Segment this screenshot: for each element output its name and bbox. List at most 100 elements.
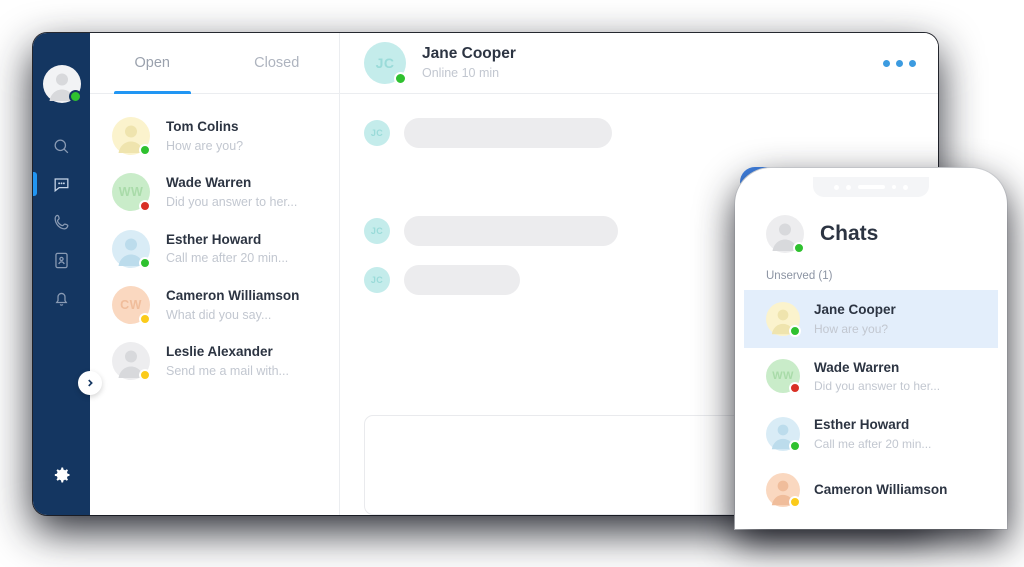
tab-closed[interactable]: Closed [215,33,340,93]
status-dot [139,313,151,326]
tab-closed-label: Closed [254,55,300,71]
phone-icon [54,214,69,229]
screenshot-stage: Open Closed Tom Colins How are you? WW Wade… [0,0,1024,567]
chevron-right-icon [88,379,93,387]
notch-sensor-icon [892,185,896,189]
conversation-tabs: Open Closed [90,33,339,94]
mobile-phone-mockup: Chats Unserved (1) Jane Cooper How are yo… [735,168,1007,529]
contact-name: Esther Howard [166,231,262,247]
gear-icon [54,467,69,483]
sidebar-expand-button[interactable] [78,371,102,395]
list-item-meta: Tom Colins How are you? [166,117,243,155]
message-preview: Did you answer to her... [814,379,941,394]
list-item[interactable]: Cameron Williamson [744,463,998,517]
conversation-list-panel: Open Closed Tom Colins How are you? WW Wade… [90,33,340,515]
list-item[interactable]: Jane Cooper How are you? [744,290,998,348]
chat-options-button[interactable] [883,59,916,67]
avatar-initials: JC [370,128,384,138]
bell-icon [55,292,68,306]
list-item-meta: Leslie Alexander Send me a mail with... [166,342,289,380]
conversation-list: Tom Colins How are you? WW Wade Warren Did y… [90,94,339,390]
message-bubble [404,118,612,148]
contact-name: Wade Warren [166,175,252,191]
list-item-meta: Esther Howard Call me after 20 min... [166,230,288,268]
avatar [766,472,801,508]
status-dot [394,72,407,85]
message-preview: Call me after 20 min... [166,251,289,266]
sidebar-item-chats[interactable] [33,165,90,203]
phone-page-title: Chats [820,222,879,245]
sidebar-item-contacts[interactable] [33,241,90,279]
list-item[interactable]: WW Wade Warren Did you answer to her... [744,348,998,406]
avatar: WW [112,173,151,213]
sidebar-item-calls[interactable] [33,203,90,241]
avatar-initials: JC [370,226,384,236]
message-preview: Did you answer to her... [166,194,298,209]
phone-notch [813,177,929,197]
contact-name: Cameron Williamson [814,481,948,497]
chat-contact-status: Online 10 min [422,65,500,80]
message-preview: Call me after 20 min... [814,436,932,451]
phone-user-avatar[interactable] [766,215,805,254]
list-item[interactable]: Esther Howard Call me after 20 min... [744,405,998,463]
contact-name: Cameron Williamson [166,287,300,303]
avatar [766,416,801,452]
more-horizontal-icon [909,59,916,67]
message-preview: Send me a mail with... [166,363,289,378]
list-item-meta: Wade Warren Did you answer to her... [166,173,297,211]
list-item-meta: Jane Cooper How are you? [814,300,896,338]
message-avatar: JC [364,120,390,146]
list-item-meta: Wade Warren Did you answer to her... [814,358,940,396]
avatar-initials: JC [370,275,384,285]
search-icon [54,139,69,153]
more-horizontal-icon [883,59,890,67]
list-item-meta: Cameron Williamson What did you say... [166,286,299,324]
notch-speaker-icon [858,185,885,189]
sidebar-item-settings[interactable] [33,465,90,485]
chat-header-meta: Jane Cooper Online 10 min [422,44,516,82]
avatar [766,301,801,337]
avatar [112,342,151,382]
contact-name: Wade Warren [814,359,900,375]
status-dot [68,90,82,103]
message-avatar: JC [364,267,390,293]
status-dot [789,495,801,508]
notch-sensor-icon [834,184,839,190]
avatar: CW [112,286,151,326]
phone-section-label: Unserved (1) [766,270,833,282]
contact-name: Esther Howard [814,417,910,433]
contact-card-icon [55,252,68,268]
list-item[interactable]: Tom Colins How are you? [90,108,339,164]
incoming-message-row: JC [340,118,938,148]
list-item[interactable]: WW Wade Warren Did you answer to her... [90,164,339,220]
chat-header: JC Jane Cooper Online 10 min [340,33,938,94]
tab-open-label: Open [134,55,170,71]
status-dot [789,324,801,337]
status-dot [789,439,801,452]
list-item[interactable]: Esther Howard Call me after 20 min... [90,221,339,277]
message-preview: What did you say... [166,307,272,322]
sidebar-icon-group [33,127,90,317]
chat-bubble-icon [54,177,69,192]
phone-screen: Chats Unserved (1) Jane Cooper How are yo… [744,177,998,529]
list-item-meta: Esther Howard Call me after 20 min... [814,415,931,453]
avatar: WW [766,359,801,395]
more-horizontal-icon [896,59,903,67]
sidebar-nav-rail [33,33,102,515]
sidebar-item-notifications[interactable] [33,279,90,317]
contact-name: Jane Cooper [814,302,896,317]
avatar [112,229,151,269]
status-dot [793,242,805,254]
status-dot [139,256,151,269]
tab-open[interactable]: Open [90,33,215,94]
message-preview: How are you? [814,321,889,336]
sidebar-item-search[interactable] [33,127,90,165]
list-item[interactable]: Leslie Alexander Send me a mail with... [90,333,339,389]
sidebar-user-avatar[interactable] [42,65,82,103]
message-bubble [404,216,618,246]
list-item[interactable]: CW Cameron Williamson What did you say... [90,277,339,333]
notch-sensor-icon [846,184,851,190]
notch-camera-icon [903,184,908,190]
message-preview: How are you? [166,138,244,153]
contact-name: Leslie Alexander [166,344,273,360]
